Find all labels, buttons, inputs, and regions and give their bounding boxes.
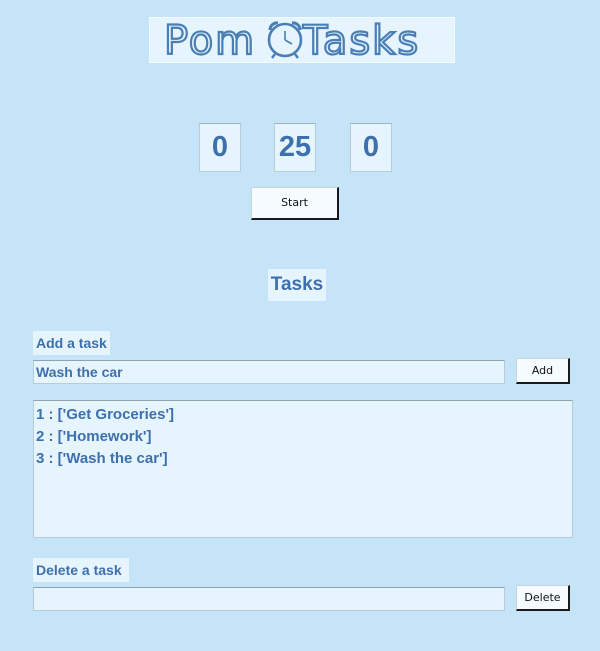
logo-text-right: Tasks xyxy=(302,18,420,62)
list-item[interactable]: 3 : ['Wash the car'] xyxy=(36,448,570,470)
list-item[interactable]: 1 : ['Get Groceries'] xyxy=(36,404,570,426)
logo-graphic: Pom Tasks xyxy=(163,18,420,62)
task-list[interactable]: 1 : ['Get Groceries'] 2 : ['Homework'] 3… xyxy=(33,400,573,538)
add-button[interactable]: Add xyxy=(516,358,570,384)
delete-button[interactable]: Delete xyxy=(516,585,570,611)
hours-field[interactable]: 0 xyxy=(199,123,241,172)
add-task-input[interactable]: Wash the car xyxy=(33,360,505,384)
logo-text-left: Pom xyxy=(164,18,256,62)
add-task-label: Add a task xyxy=(33,331,110,355)
list-item[interactable]: 2 : ['Homework'] xyxy=(36,426,570,448)
seconds-field[interactable]: 0 xyxy=(350,123,392,172)
delete-task-label: Delete a task xyxy=(33,558,129,582)
app-logo: Pom Tasks xyxy=(149,17,455,63)
alarm-clock-icon xyxy=(267,21,303,59)
minutes-field[interactable]: 25 xyxy=(274,123,316,172)
tasks-heading: Tasks xyxy=(268,269,326,301)
delete-task-input[interactable] xyxy=(33,587,505,611)
start-button[interactable]: Start xyxy=(251,187,339,220)
